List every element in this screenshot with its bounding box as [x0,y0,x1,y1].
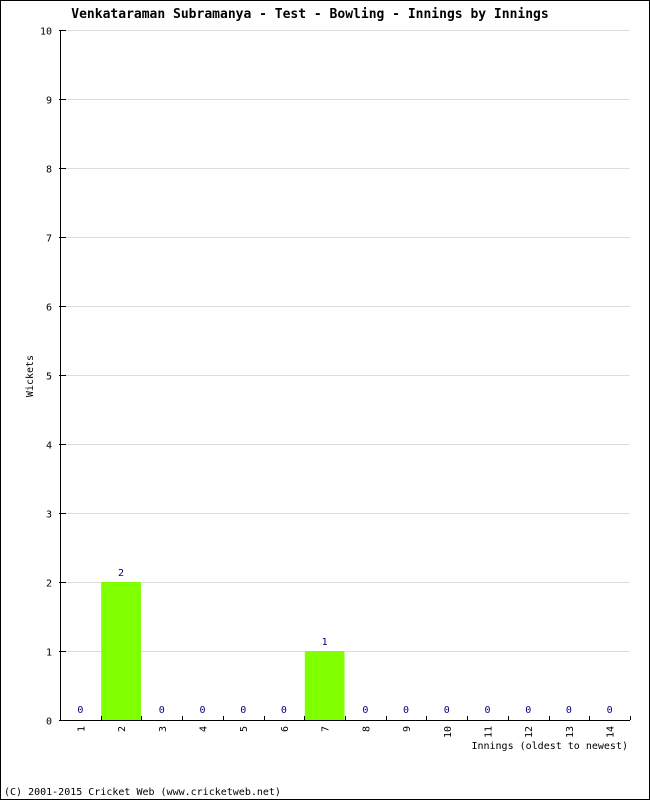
y-tick-label: 3 [46,510,52,521]
value-label: 2 [118,568,124,579]
gridlines [60,30,630,652]
value-label: 0 [240,705,246,716]
value-labels: 0 2 0 0 0 0 1 0 0 0 0 0 0 0 [77,568,612,716]
x-tick-label: 3 [158,726,169,732]
x-tick-labels: 1 2 3 4 5 6 7 8 9 10 11 12 13 14 [76,726,616,738]
x-tick-label: 1 [76,726,87,732]
copyright-footer: (C) 2001-2015 Cricket Web (www.cricketwe… [4,787,281,798]
x-tick-label: 10 [443,726,454,738]
x-tick-label: 12 [524,726,535,738]
bar [304,651,345,720]
x-tick-label: 11 [484,726,495,738]
y-tick-label: 6 [46,303,52,314]
x-tick-label: 9 [402,726,413,732]
x-tick-label: 5 [239,726,250,732]
x-tick-label: 8 [361,726,372,732]
value-label: 0 [484,705,490,716]
value-label: 0 [566,705,572,716]
x-tick-label: 4 [199,726,210,732]
value-label: 1 [322,637,328,648]
value-label: 0 [77,705,83,716]
value-label: 0 [525,705,531,716]
y-tick-label: 1 [46,648,52,659]
x-tick-label: 7 [321,726,332,732]
x-tick-label: 14 [606,726,617,738]
value-label: 0 [159,705,165,716]
value-label: 0 [444,705,450,716]
x-axis-label: Innings (oldest to newest) [471,741,628,752]
y-tick-label: 0 [46,717,52,728]
y-tick-label: 5 [46,372,52,383]
value-label: 0 [607,705,613,716]
y-tick-label: 8 [46,165,52,176]
y-tick-label: 7 [46,234,52,245]
x-tick-label: 13 [565,726,576,738]
chart-title: Venkataraman Subramanya - Test - Bowling… [71,7,548,22]
y-tick-label: 4 [46,441,52,452]
y-tick-label: 9 [46,96,52,107]
y-tick-labels: 0 1 2 3 4 5 6 7 8 9 10 [40,27,52,728]
bar [101,582,141,720]
y-tick-label: 10 [40,27,52,38]
value-label: 0 [362,705,368,716]
x-tick-label: 2 [117,726,128,732]
value-label: 0 [281,705,287,716]
y-axis-label: Wickets [25,355,36,397]
value-label: 0 [403,705,409,716]
x-tick-label: 6 [280,726,291,732]
bar-chart: Venkataraman Subramanya - Test - Bowling… [4,7,631,798]
y-tick-label: 2 [46,579,52,590]
value-label: 0 [199,705,205,716]
